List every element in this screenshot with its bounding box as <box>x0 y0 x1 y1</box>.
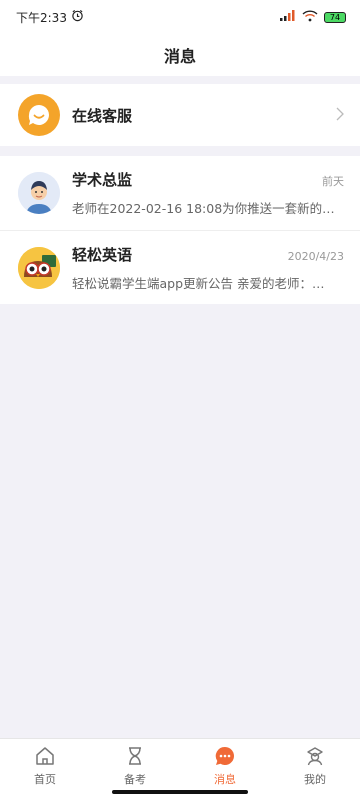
message-time: 2020/4/23 <box>287 249 344 263</box>
online-service-label: 在线客服 <box>72 106 133 125</box>
smile-chat-icon <box>18 94 60 136</box>
home-indicator <box>112 790 248 794</box>
tab-profile[interactable]: 我的 <box>270 739 360 800</box>
message-title: 学术总监 <box>72 171 133 189</box>
tab-home[interactable]: 首页 <box>0 739 90 800</box>
tab-label: 首页 <box>34 773 56 786</box>
alarm-icon <box>71 9 84 25</box>
chevron-right-icon <box>336 106 344 125</box>
page-header: 消息 <box>0 34 360 76</box>
owl-logo-avatar <box>18 246 60 289</box>
message-title: 轻松英语 <box>72 245 133 264</box>
status-bar: 下午2:33 74 <box>0 0 360 34</box>
tab-label: 我的 <box>304 773 326 786</box>
message-item-english[interactable]: 轻松英语 2020/4/23 轻松说霸学生端app更新公告 亲爱的老师：… <box>0 230 360 304</box>
message-list: 学术总监 前天 老师在2022-02-16 18:08为你推送一套新的… 轻松英… <box>0 156 360 304</box>
tab-label: 备考 <box>124 773 146 786</box>
message-preview: 老师在2022-02-16 18:08为你推送一套新的… <box>72 201 335 216</box>
wifi-icon <box>302 9 318 25</box>
message-time: 前天 <box>322 175 344 188</box>
service-card: 在线客服 <box>0 84 360 146</box>
status-time: 下午2:33 <box>16 10 67 25</box>
tab-label: 消息 <box>214 773 236 786</box>
home-icon <box>35 745 55 767</box>
chat-icon <box>214 745 236 767</box>
message-item-academic[interactable]: 学术总监 前天 老师在2022-02-16 18:08为你推送一套新的… <box>0 156 360 230</box>
page-title: 消息 <box>163 47 196 66</box>
battery-icon: 74 <box>324 11 346 23</box>
message-preview: 轻松说霸学生端app更新公告 亲爱的老师：… <box>72 275 325 291</box>
battery-level: 74 <box>324 11 346 23</box>
profile-icon <box>305 745 325 767</box>
teacher-avatar <box>18 172 60 214</box>
online-service-row[interactable]: 在线客服 <box>0 84 360 146</box>
signal-icon <box>280 10 296 24</box>
hourglass-icon <box>126 745 144 767</box>
